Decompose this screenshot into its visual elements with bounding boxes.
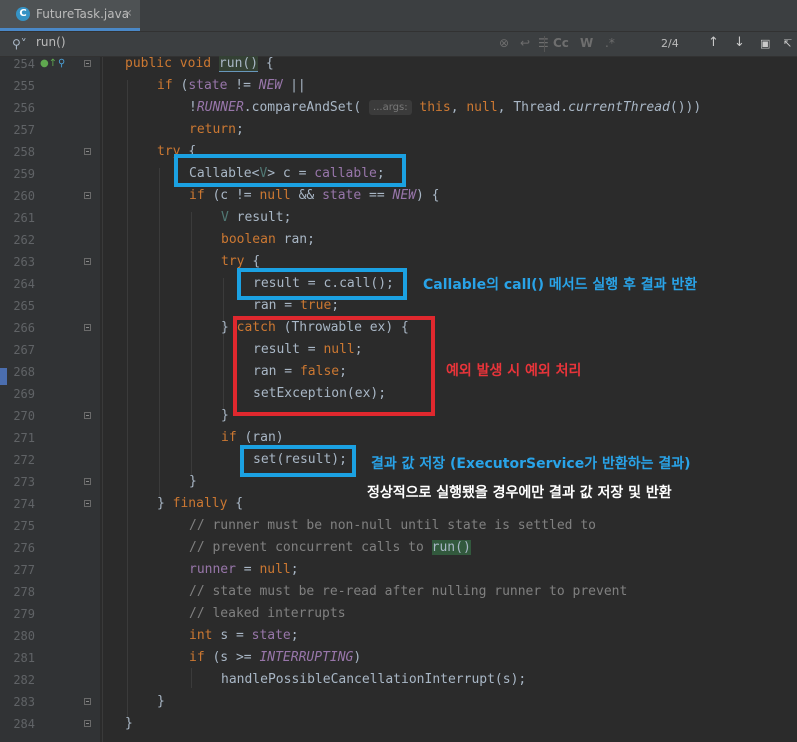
normal-annotation: 정상적으로 실행됐을 경우에만 결과 값 저장 및 반환 <box>367 485 672 501</box>
line-number: 272 <box>13 453 35 467</box>
ide-editor-window: { "editor_tab": { "label": "FutureTask.j… <box>0 0 797 742</box>
catch-highlight-box <box>233 316 435 416</box>
fold-icon[interactable] <box>84 698 91 705</box>
exception-annotation: 예외 발생 시 예외 처리 <box>446 363 582 379</box>
code-line-283[interactable]: } <box>157 691 165 713</box>
fold-icon[interactable] <box>84 258 91 265</box>
line-number: 281 <box>13 651 35 665</box>
clear-search-icon[interactable]: ⊗ <box>499 36 509 50</box>
fold-icon[interactable] <box>84 412 91 419</box>
regex-icon[interactable]: .* <box>605 36 615 50</box>
indent-guide <box>191 212 192 476</box>
new-line-icon[interactable]: ↩ <box>520 36 530 50</box>
line-number: 255 <box>13 79 35 93</box>
code-line-279[interactable]: // leaked interrupts <box>189 603 346 625</box>
code-line-270[interactable]: } <box>221 405 229 427</box>
find-usages-icon[interactable]: ⚲ <box>58 58 65 69</box>
code-line-273[interactable]: } <box>189 471 197 493</box>
line-number: 268 <box>13 365 35 379</box>
code-line-284[interactable]: } <box>125 713 133 735</box>
fold-icon[interactable] <box>84 478 91 485</box>
previous-occurrence-icon[interactable]: ↑ <box>708 35 719 50</box>
line-number: 264 <box>13 277 35 291</box>
line-number: 277 <box>13 563 35 577</box>
parameter-hint: ...args: <box>369 100 412 115</box>
fold-icon[interactable] <box>84 500 91 507</box>
fold-icon[interactable] <box>84 192 91 199</box>
code-line-282[interactable]: handlePossibleCancellationInterrupt(s); <box>221 669 526 691</box>
line-number: 266 <box>13 321 35 335</box>
line-number: 270 <box>13 409 35 423</box>
code-line-257[interactable]: return; <box>189 119 244 141</box>
match-count: 2/4 <box>661 37 679 50</box>
code-line-254[interactable]: public void run() { <box>125 53 274 75</box>
match-case-toggle[interactable]: Cc <box>553 36 569 50</box>
code-line-260[interactable]: if (c != null && state == NEW) { <box>189 185 440 207</box>
line-number: 256 <box>13 101 35 115</box>
code-line-261[interactable]: V result; <box>221 207 291 229</box>
code-line-275[interactable]: // runner must be non-null until state i… <box>189 515 596 537</box>
code-line-262[interactable]: boolean ran; <box>221 229 315 251</box>
implements-method-icon[interactable]: ●↑ <box>40 58 57 69</box>
code-line-281[interactable]: if (s >= INTERRUPTING) <box>189 647 361 669</box>
line-number: 283 <box>13 695 35 709</box>
fold-icon[interactable] <box>84 148 91 155</box>
editor-tab-bar: C FutureTask.java × <box>0 0 797 32</box>
code-line-277[interactable]: runner = null; <box>189 559 299 581</box>
fold-icon[interactable] <box>84 60 91 67</box>
line-number: 269 <box>13 387 35 401</box>
line-number: 276 <box>13 541 35 555</box>
code-line-256[interactable]: !RUNNER.compareAndSet( ...args: this, nu… <box>189 97 701 119</box>
filter-icon[interactable]: ↸ <box>783 37 792 50</box>
indent-guide <box>223 278 224 410</box>
line-number: 254 <box>13 57 35 71</box>
code-line-280[interactable]: int s = state; <box>189 625 299 647</box>
indent-guide <box>191 668 192 688</box>
call-annotation: Callable의 call() 메서드 실행 후 결과 반환 <box>423 277 698 293</box>
code-line-255[interactable]: if (state != NEW || <box>157 75 306 97</box>
callable-highlight-box <box>174 154 406 187</box>
code-line-278[interactable]: // state must be re-read after nulling r… <box>189 581 627 603</box>
set-highlight-box <box>240 445 356 477</box>
next-occurrence-icon[interactable]: ↓ <box>734 35 745 50</box>
indent-guide <box>127 80 128 720</box>
line-number: 260 <box>13 189 35 203</box>
line-number: 263 <box>13 255 35 269</box>
line-number: 279 <box>13 607 35 621</box>
line-number: 273 <box>13 475 35 489</box>
java-class-icon: C <box>16 7 30 21</box>
line-number: 278 <box>13 585 35 599</box>
call-highlight-box <box>237 268 407 300</box>
tab-futuretask-java[interactable]: C FutureTask.java × <box>0 0 140 31</box>
whole-words-toggle[interactable]: W <box>580 36 593 50</box>
divider <box>544 36 545 52</box>
search-input[interactable]: run() <box>36 35 66 49</box>
set-annotation: 결과 값 저장 (ExecutorService가 반환하는 결과) <box>371 456 691 472</box>
fold-icon[interactable] <box>84 720 91 727</box>
line-number: 257 <box>13 123 35 137</box>
code-line-276[interactable]: // prevent concurrent calls to run() <box>189 537 471 559</box>
line-number: 271 <box>13 431 35 445</box>
gutter-divider <box>102 57 103 742</box>
line-number: 275 <box>13 519 35 533</box>
indent-guide <box>159 168 160 498</box>
code-line-274[interactable]: } finally { <box>157 493 243 515</box>
line-number: 258 <box>13 145 35 159</box>
line-number: 262 <box>13 233 35 247</box>
line-number: 259 <box>13 167 35 181</box>
line-number: 280 <box>13 629 35 643</box>
search-icon[interactable]: ⚲˅ <box>12 37 27 51</box>
line-number: 282 <box>13 673 35 687</box>
close-icon[interactable]: × <box>124 8 132 19</box>
line-number: 267 <box>13 343 35 357</box>
tab-label: FutureTask.java <box>36 7 130 21</box>
line-number: 274 <box>13 497 35 511</box>
line-number: 284 <box>13 717 35 731</box>
line-number: 265 <box>13 299 35 313</box>
find-bar: ⚲˅ run() ⊗ ↩ ☰ Cc W .* 2/4 ↑ ↓ ▣ ↸ <box>0 32 797 57</box>
select-all-occurrences-icon[interactable]: ▣ <box>760 37 770 50</box>
line-number: 261 <box>13 211 35 225</box>
fold-icon[interactable] <box>84 324 91 331</box>
